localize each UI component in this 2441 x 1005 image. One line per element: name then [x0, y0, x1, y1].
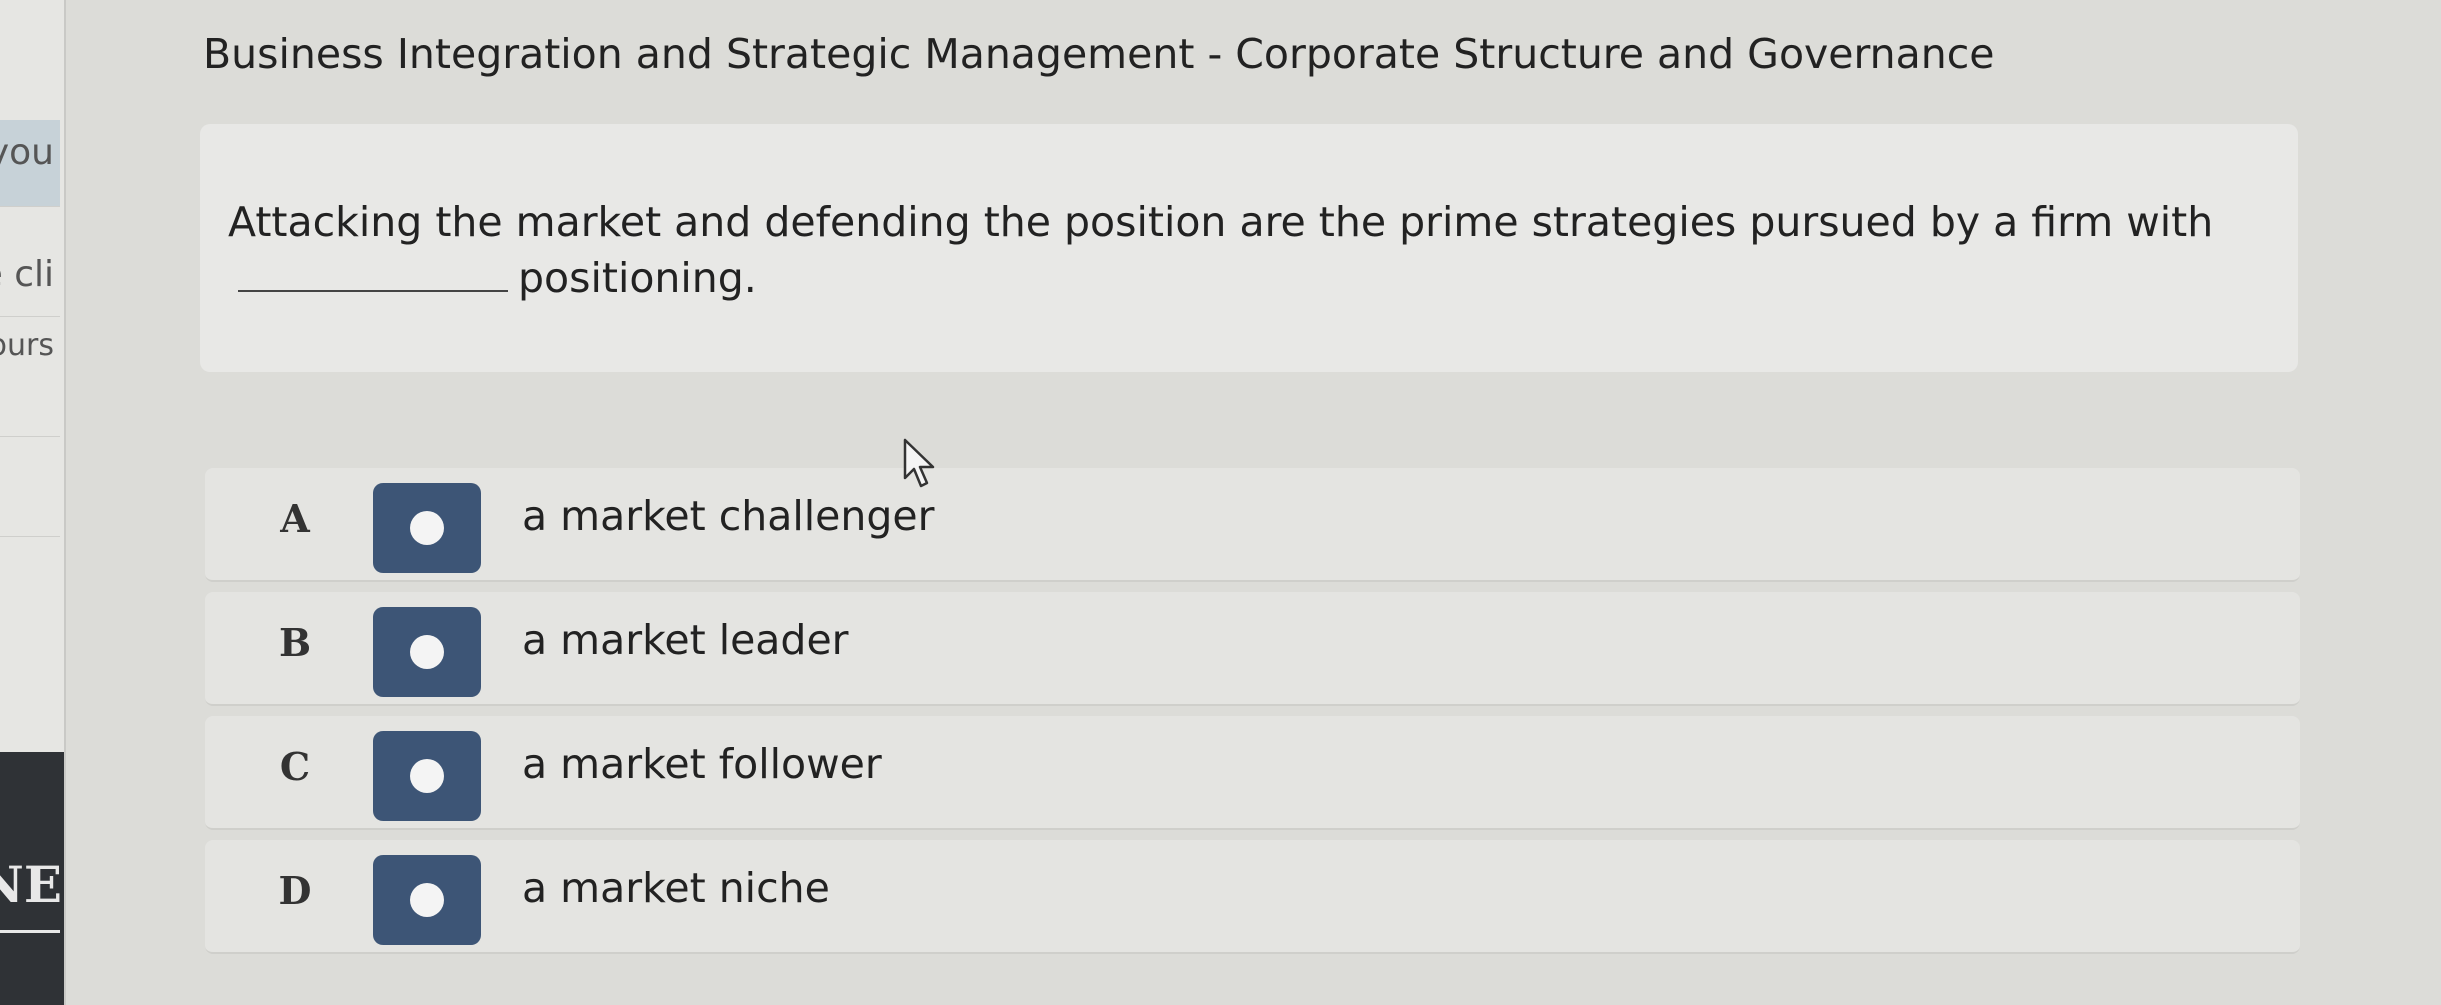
- sidebar-logo-underline: [0, 930, 60, 933]
- page-title: Business Integration and Strategic Manag…: [203, 30, 1995, 78]
- radio-dot-icon: [410, 883, 444, 917]
- radio-dot-icon: [410, 635, 444, 669]
- question-text-before: Attacking the market and defending the p…: [228, 198, 2214, 246]
- radio-dot-icon: [410, 759, 444, 793]
- sidebar-item-yours[interactable]: ours: [0, 316, 60, 437]
- sidebar-fragment: ours: [0, 328, 54, 363]
- option-text: a market leader: [522, 616, 849, 664]
- sidebar-item-click[interactable]: e cli: [0, 236, 60, 317]
- fill-in-blank: [238, 289, 508, 292]
- sidebar-divider: [0, 436, 60, 537]
- option-d-radio[interactable]: [373, 855, 481, 945]
- option-letter: A: [280, 496, 310, 541]
- option-a-radio[interactable]: [373, 483, 481, 573]
- question-text: Attacking the market and defending the p…: [228, 194, 2288, 306]
- sidebar-fragment: e cli: [0, 254, 54, 295]
- arrow-cursor-icon: [903, 438, 935, 488]
- option-letter: B: [278, 620, 312, 665]
- left-sidebar: you e cli ours NE: [0, 0, 66, 1005]
- option-c[interactable]: C a market follower: [205, 716, 2300, 830]
- sidebar-item-you[interactable]: you: [0, 120, 60, 207]
- option-d[interactable]: D a market niche: [205, 840, 2300, 954]
- option-letter: C: [279, 744, 311, 789]
- radio-dot-icon: [410, 511, 444, 545]
- option-text: a market niche: [522, 864, 830, 912]
- option-text: a market follower: [522, 740, 882, 788]
- question-text-after: positioning.: [518, 254, 757, 302]
- option-a[interactable]: A a market challenger: [205, 468, 2300, 582]
- option-letter: D: [278, 868, 312, 913]
- sidebar-fragment: you: [0, 132, 54, 173]
- question-panel: Attacking the market and defending the p…: [200, 124, 2298, 372]
- option-b[interactable]: B a market leader: [205, 592, 2300, 706]
- option-b-radio[interactable]: [373, 607, 481, 697]
- option-text: a market challenger: [522, 492, 935, 540]
- sidebar-logo: NE: [0, 855, 62, 914]
- option-c-radio[interactable]: [373, 731, 481, 821]
